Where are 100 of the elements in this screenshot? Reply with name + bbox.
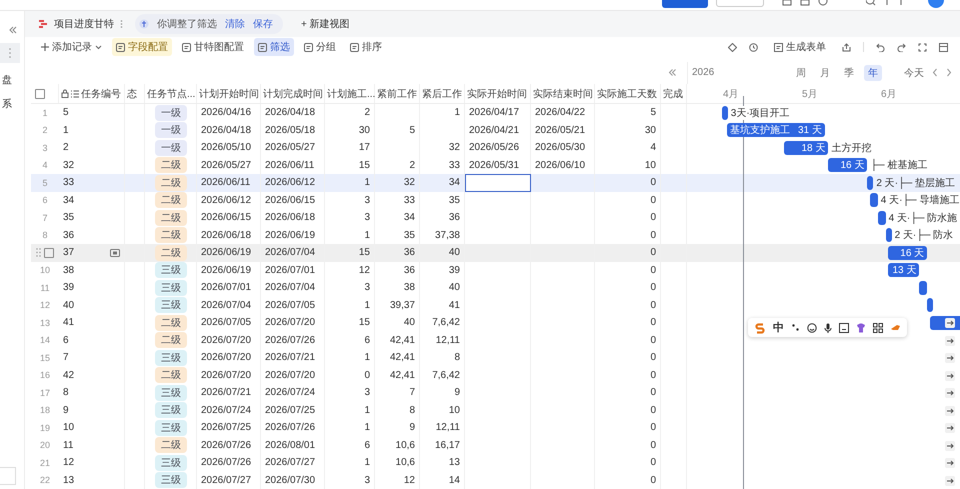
today-button[interactable]: 今天 xyxy=(904,66,924,80)
scale-tab[interactable]: 季 xyxy=(840,64,858,81)
column-header[interactable]: 实际结束时间 xyxy=(533,86,593,100)
gantt-bar[interactable]: 基坑支护施工 31 天 xyxy=(727,123,825,137)
input-mode[interactable]: 中 xyxy=(773,320,784,335)
column-header[interactable]: 实际开始时间 xyxy=(467,86,527,100)
table-row[interactable]: 2 1 一级 2026/04/18 2026/05/18 30 5 2026/04/21 2026/05/21 30 基坑支护施工 31 天 xyxy=(31,122,960,139)
save-link[interactable]: 保存 xyxy=(253,17,273,32)
table-row[interactable]: 16 42 二级 2026/07/20 2026/07/20 0 42,41 7,6,42 0 xyxy=(31,366,960,384)
table-cell: 2026/07/05 xyxy=(201,317,252,328)
table-cell: 15 xyxy=(358,247,370,258)
toolbar-button[interactable]: 排序 xyxy=(346,38,386,56)
table-cell: 10 xyxy=(644,160,656,171)
gantt-bar[interactable]: 13 天 xyxy=(888,263,920,277)
toolbar-button[interactable]: 筛选 xyxy=(254,38,294,56)
bar-label: 13 天 xyxy=(892,264,916,277)
column-header[interactable]: 任务编号 xyxy=(81,86,121,100)
toolbar-button[interactable]: 分组 xyxy=(300,38,340,56)
month-label: 4月 xyxy=(723,88,739,101)
toolbar-button[interactable]: 甘特图配置 xyxy=(178,38,248,56)
table-row[interactable]: 1 5 一级 2026/04/16 2026/04/18 2 1 2026/04/17 2026/04/22 5 3天·项目开工 xyxy=(31,104,960,122)
table-cell: 39 xyxy=(63,282,74,294)
table-row[interactable]: 12 40 三级 2026/07/04 2026/07/05 1 39,37 41 0 xyxy=(31,296,960,314)
table-row[interactable]: 7 35 二级 2026/06/15 2026/06/18 3 34 36 0 4 天·├─ 防水施 xyxy=(31,209,960,226)
gantt-bar[interactable]: 16 天 xyxy=(888,246,928,260)
table-cell: 2026/06/15 xyxy=(265,194,316,206)
clear-link[interactable]: 清除 xyxy=(225,17,245,32)
table-row[interactable]: 20 11 二级 2026/07/26 2026/08/01 6 10,6 16,17 0 xyxy=(31,436,960,454)
table-cell: 2026/05/30 xyxy=(535,142,586,154)
table-cell: 42,41 xyxy=(390,334,415,346)
table-cell: 2026/07/27 xyxy=(201,474,252,486)
table-cell: 0 xyxy=(650,440,656,451)
table-row[interactable]: 18 9 三级 2026/07/24 2026/07/25 1 8 10 0 xyxy=(31,402,960,419)
table-row[interactable]: 17 8 三级 2026/07/21 2026/07/24 3 7 9 0 xyxy=(31,384,960,402)
column-header[interactable]: 计划完成时间 xyxy=(263,86,323,100)
table-cell: 40 xyxy=(448,247,460,258)
bar-label: 2 天·├─ 垫层施工 xyxy=(876,176,956,190)
row-number: 20 xyxy=(40,440,50,450)
toolbar-button[interactable]: 字段配置 xyxy=(112,38,172,56)
row-number: 10 xyxy=(40,265,50,276)
gantt-bar[interactable]: 16 天 xyxy=(828,158,868,172)
table-row[interactable]: 5 33 二级 2026/06/11 2026/06/12 1 32 34 0 2 天·├─ 垫层施工 xyxy=(31,174,960,192)
view-tab[interactable]: 项目进度甘特 xyxy=(54,17,114,32)
table-row[interactable]: 21 12 三级 2026/07/26 2026/07/27 1 10,6 13 0 xyxy=(31,454,960,472)
table-row[interactable]: 15 7 三级 2026/07/20 2026/07/21 1 42,41 8 0 xyxy=(31,349,960,366)
table-cell: 2026/07/26 xyxy=(265,422,316,434)
table-cell: 0 xyxy=(650,457,656,468)
row-number: 4 xyxy=(42,160,48,170)
form-button[interactable]: 生成表单 xyxy=(770,38,830,56)
bar-label: 31 天 xyxy=(798,124,822,137)
table-cell: 2026/07/20 xyxy=(201,352,252,364)
row-number: 16 xyxy=(40,370,50,380)
table-cell: 2026/07/25 xyxy=(201,422,252,434)
table-row[interactable]: 10 38 三级 2026/06/19 2026/07/01 12 36 39 0 13 天 xyxy=(31,262,960,279)
table-cell: 2 xyxy=(63,142,69,154)
table-cell: 2 xyxy=(364,107,370,118)
table-cell: 2026/07/20 xyxy=(265,317,316,328)
table-cell: 2026/04/21 xyxy=(469,124,520,136)
table-cell: 2026/06/19 xyxy=(201,247,252,258)
column-header[interactable]: 紧后工作 xyxy=(422,86,462,100)
table-cell: 33 xyxy=(404,194,415,206)
column-header[interactable]: 任务节点... xyxy=(147,86,196,100)
table-cell: 1 xyxy=(63,124,69,136)
new-view-button[interactable]: + 新建视图 xyxy=(301,17,350,32)
column-header[interactable]: 紧前工作 xyxy=(377,86,417,100)
table-row[interactable]: 37 二级 2026/06/19 2026/07/04 15 36 40 0 16 天 xyxy=(31,244,960,262)
table-cell: 2026/06/12 xyxy=(201,194,252,206)
toolbar-button[interactable]: 添加记录 xyxy=(37,38,106,56)
table-cell: 0 xyxy=(650,212,656,224)
column-header[interactable]: 完成 xyxy=(663,86,683,100)
table-cell: 1 xyxy=(454,107,460,118)
row-number: 14 xyxy=(40,335,50,346)
level-tag: 三级 xyxy=(155,384,187,401)
table-cell: 0 xyxy=(650,194,656,206)
scale-tab[interactable]: 月 xyxy=(816,64,834,81)
table-row[interactable]: 3 2 一级 2026/05/10 2026/05/27 17 32 2026/05/26 2026/05/30 4 18 天 土方开挖 xyxy=(31,139,960,156)
table-cell: 8 xyxy=(409,404,415,416)
table-cell: 17 xyxy=(358,142,370,154)
column-header[interactable]: 计划施工... xyxy=(327,86,376,100)
gantt-bar[interactable]: 18 天 xyxy=(784,140,828,154)
table-cell: 2026/07/20 xyxy=(201,370,252,381)
column-header[interactable]: 计划开始时间 xyxy=(199,86,259,100)
sidebar-item[interactable]: 系 xyxy=(2,97,12,111)
table-cell: 0 xyxy=(650,247,656,258)
column-header[interactable]: 实际施工天数 xyxy=(597,86,657,100)
sidebar-item[interactable]: 盘 xyxy=(2,73,12,87)
table-cell: 10 xyxy=(63,422,74,434)
table-row[interactable]: 19 10 三级 2026/07/25 2026/07/26 1 9 12,11 0 xyxy=(31,419,960,436)
scale-tab[interactable]: 年 xyxy=(864,64,882,81)
table-cell: 4 xyxy=(650,142,656,154)
table-cell: 0 xyxy=(650,177,656,188)
table-cell: 15 xyxy=(358,160,370,171)
table-row[interactable]: 6 34 二级 2026/06/12 2026/06/15 3 33 35 0 4 天·├─ 导墙施工 xyxy=(31,192,960,209)
table-cell: 0 xyxy=(364,370,370,381)
table-row[interactable]: 22 13 三级 2026/07/27 2026/07/30 3 12 14 0 xyxy=(31,472,960,489)
table-row[interactable]: 11 39 三级 2026/07/01 2026/07/04 3 38 40 0 xyxy=(31,279,960,296)
table-cell: 2026/05/27 xyxy=(201,160,252,171)
column-header[interactable]: 态 xyxy=(127,86,137,100)
table-cell: 7,6,42 xyxy=(432,317,460,328)
scale-tab[interactable]: 周 xyxy=(792,64,810,81)
